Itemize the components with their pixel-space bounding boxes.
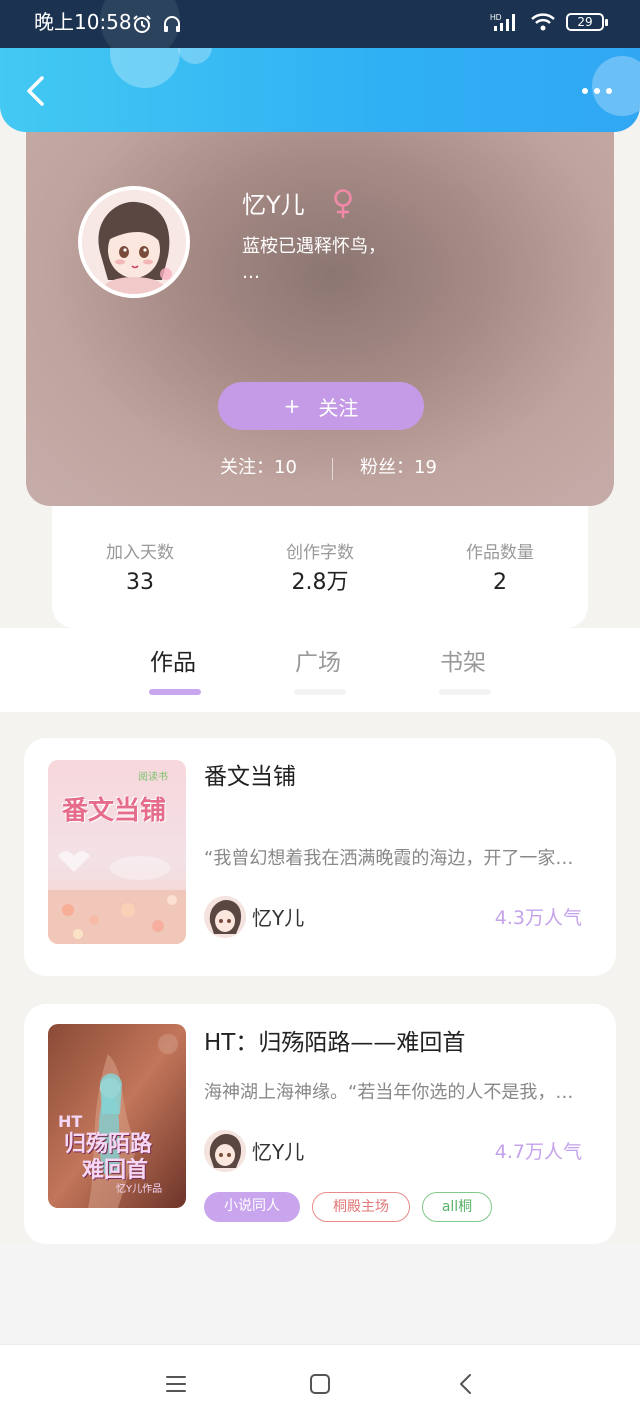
popularity-count: 4.3万人气: [494, 907, 582, 929]
cover-image: [48, 760, 186, 944]
stat-join-days: 加入天数 33: [60, 542, 220, 598]
plus-icon: +: [283, 394, 301, 418]
stat-value: 2: [493, 570, 507, 595]
work-cover[interactable]: HT 归殇陌路 难回首 忆Y儿作品: [48, 1024, 186, 1208]
profile-avatar[interactable]: [78, 186, 190, 298]
decor-bubble: [110, 48, 180, 88]
more-options-icon[interactable]: [582, 84, 618, 98]
stat-divider: [332, 458, 333, 480]
follow-button[interactable]: + 关注: [218, 382, 424, 430]
decor-bubble: [178, 48, 212, 64]
wifi-icon: [531, 13, 555, 31]
cover-author: 忆Y儿作品: [116, 1184, 163, 1195]
cover-badge: 阅读书: [138, 772, 168, 783]
work-excerpt: 海神湖上海神缘。“若当年你选的人不是我，…: [204, 1082, 574, 1103]
work-title[interactable]: 番文当铺: [204, 762, 296, 792]
system-nav-bar: [0, 1344, 640, 1422]
stats-card: 加入天数 33 创作字数 2.8万 作品数量 2: [52, 506, 588, 628]
author-avatar-image: [204, 1130, 246, 1172]
profile-bio-line2: …: [242, 262, 260, 283]
tab-active-indicator: [149, 689, 201, 695]
female-gender-icon: [334, 189, 352, 218]
author-name[interactable]: 忆Y儿: [252, 904, 304, 932]
avatar-illustration: [82, 190, 186, 294]
profile-bio: 蓝桉已遇释怀鸟， …: [242, 234, 542, 286]
author-avatar[interactable]: [204, 1130, 246, 1172]
work-title[interactable]: HT：归殇陌路——难回首: [204, 1028, 465, 1058]
svg-text:HD: HD: [490, 13, 502, 22]
tab-indicator: [439, 689, 491, 695]
stat-word-count: 创作字数 2.8万: [240, 542, 400, 598]
stat-label: 加入天数: [106, 543, 174, 563]
tag-novel-fanfic[interactable]: 小说同人: [204, 1192, 300, 1222]
popularity-count: 4.7万人气: [494, 1141, 582, 1163]
work-excerpt: “我曾幻想着我在洒满晚霞的海边，开了一家…: [204, 848, 574, 869]
battery-indicator: 29: [566, 13, 608, 31]
stat-works-count: 作品数量 2: [420, 542, 580, 598]
tab-bookshelf[interactable]: 书架: [440, 648, 486, 678]
work-card[interactable]: 阅读书 番文当铺 番文当铺 “我曾幻想着我在洒满晚霞的海边，开了一家… 忆Y儿 …: [24, 738, 616, 976]
tab-works[interactable]: 作品: [150, 648, 196, 678]
content-bottom-space: [0, 1244, 640, 1344]
status-bar: 晚上10:58 HD 29: [0, 0, 640, 60]
cover-title: 番文当铺: [62, 796, 167, 826]
following-count[interactable]: 关注：10: [220, 456, 297, 480]
tab-square[interactable]: 广场: [295, 648, 341, 678]
tab-indicator: [294, 689, 346, 695]
profile-card: 忆Y儿 蓝桉已遇释怀鸟， … + 关注 关注：10 粉丝：19: [26, 132, 614, 506]
top-header: [0, 48, 640, 132]
follow-button-label: 关注: [318, 395, 359, 420]
stat-label: 作品数量: [466, 543, 534, 563]
stat-value: 33: [126, 570, 154, 595]
status-right: HD 29: [490, 12, 608, 32]
home-icon[interactable]: [308, 1373, 332, 1395]
profile-bio-line1: 蓝桉已遇释怀鸟，: [242, 236, 386, 257]
tag-all-tong[interactable]: all桐: [422, 1192, 492, 1222]
nav-back-icon[interactable]: [454, 1373, 478, 1395]
stat-value: 2.8万: [291, 570, 349, 595]
tag-tongdian[interactable]: 桐殿主场: [312, 1192, 410, 1222]
author-name[interactable]: 忆Y儿: [252, 1138, 304, 1166]
tab-bar: 作品 广场 书架: [0, 628, 640, 712]
author-avatar-image: [204, 896, 246, 938]
work-card[interactable]: HT 归殇陌路 难回首 忆Y儿作品 HT：归殇陌路——难回首 海神湖上海神缘。“…: [24, 1004, 616, 1244]
work-cover[interactable]: 阅读书 番文当铺: [48, 760, 186, 944]
profile-username: 忆Y儿: [242, 191, 305, 219]
author-avatar[interactable]: [204, 896, 246, 938]
fans-count[interactable]: 粉丝：19: [360, 456, 437, 480]
back-icon[interactable]: [22, 74, 52, 108]
signal-icon: HD: [490, 13, 515, 31]
stat-label: 创作字数: [286, 543, 354, 563]
menu-icon[interactable]: [164, 1373, 188, 1395]
